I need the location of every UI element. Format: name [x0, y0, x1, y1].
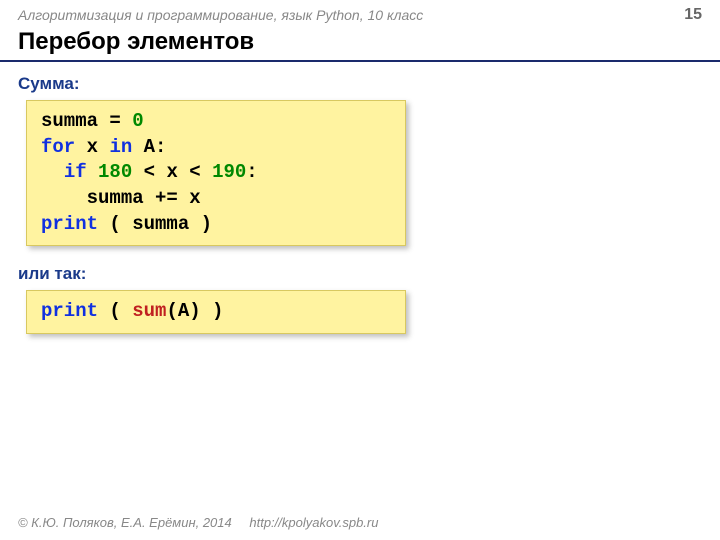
credit-text: © К.Ю. Поляков, Е.А. Ерёмин, 2014 [18, 515, 232, 530]
course-name: Алгоритмизация и программирование, язык … [18, 7, 423, 23]
slide-header: Алгоритмизация и программирование, язык … [0, 0, 720, 26]
slide-footer: © К.Ю. Поляков, Е.А. Ерёмин, 2014 http:/… [18, 515, 378, 530]
code-line: if 180 < x < 190: [41, 160, 391, 186]
code-line: print ( summa ) [41, 212, 391, 238]
section-label-sum: Сумма: [18, 74, 702, 94]
code-block-1: summa = 0 for x in A: if 180 < x < 190: … [26, 100, 406, 246]
page-number: 15 [684, 6, 702, 24]
code-block-2: print ( sum(A) ) [26, 290, 406, 334]
code-line: print ( sum(A) ) [41, 299, 391, 325]
content-area: Сумма: summa = 0 for x in A: if 180 < x … [0, 62, 720, 356]
section-label-alt: или так: [18, 264, 702, 284]
footer-url: http://kpolyakov.spb.ru [249, 515, 378, 530]
code-line: summa = 0 [41, 109, 391, 135]
page-title: Перебор элементов [0, 26, 720, 62]
code-line: summa += x [41, 186, 391, 212]
code-line: for x in A: [41, 135, 391, 161]
